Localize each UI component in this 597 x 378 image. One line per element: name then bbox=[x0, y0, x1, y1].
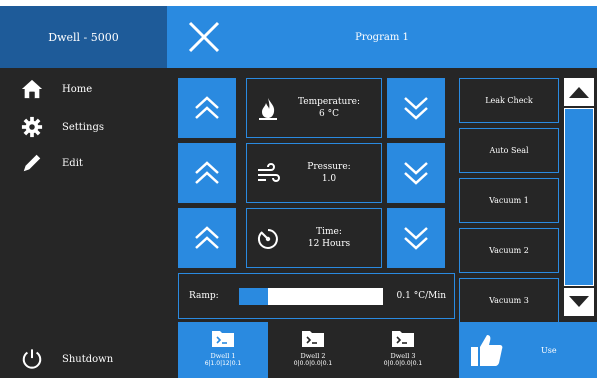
pressure-increase-button[interactable] bbox=[178, 143, 236, 203]
pencil-icon bbox=[20, 151, 44, 175]
list-item-vacuum-2[interactable]: Vacuum 2 bbox=[459, 228, 559, 273]
chevron-double-down-icon bbox=[404, 227, 428, 250]
chevron-double-down-icon bbox=[404, 97, 428, 120]
time-display: Time: 12 Hours bbox=[246, 208, 382, 268]
list-item-vacuum-3[interactable]: Vacuum 3 bbox=[459, 278, 559, 323]
time-decrease-button[interactable] bbox=[387, 208, 445, 268]
gear-icon bbox=[20, 115, 44, 139]
triangle-up-icon bbox=[569, 87, 589, 98]
scrollbar-track[interactable] bbox=[564, 108, 594, 286]
list-item-label: Vacuum 3 bbox=[489, 296, 529, 305]
chevron-double-up-icon bbox=[195, 96, 219, 119]
sidebar-item-home[interactable]: Home bbox=[0, 74, 167, 104]
list-item-leak-check[interactable]: Leak Check bbox=[459, 78, 559, 123]
pressure-display: Pressure: 1.0 bbox=[246, 143, 382, 203]
shutdown-label: Shutdown bbox=[62, 353, 114, 365]
list-item-label: Vacuum 2 bbox=[489, 246, 529, 255]
list-item-label: Leak Check bbox=[485, 96, 533, 105]
dwell-name: Dwell 1 bbox=[210, 352, 236, 360]
program-title-label: Program 1 bbox=[355, 31, 409, 43]
ramp-control: Ramp: 0.1 °C/Min bbox=[178, 273, 455, 319]
chevron-double-up-icon bbox=[195, 161, 219, 184]
ramp-label: Ramp: bbox=[189, 291, 219, 301]
ramp-slider-fill bbox=[239, 288, 268, 305]
use-label: Use bbox=[541, 345, 557, 355]
flame-icon bbox=[253, 94, 283, 124]
home-icon bbox=[20, 77, 44, 101]
tab-dwell-3[interactable]: Dwell 3 0|0.0|0.0|0.1 bbox=[358, 322, 448, 378]
temperature-value: 6 °C bbox=[319, 109, 339, 119]
temperature-decrease-button[interactable] bbox=[387, 78, 445, 138]
tab-dwell-1[interactable]: Dwell 1 6|1.0|12|0.1 bbox=[178, 322, 268, 378]
list-item-auto-seal[interactable]: Auto Seal bbox=[459, 128, 559, 173]
sidebar-item-edit[interactable]: Edit bbox=[0, 148, 167, 178]
close-icon bbox=[188, 21, 220, 53]
close-button[interactable] bbox=[187, 20, 221, 54]
pressure-value: 1.0 bbox=[321, 174, 337, 184]
terminal-folder-icon bbox=[212, 331, 234, 347]
main-panel: Temperature: 6 °C Pressure: 1.0 Time: 12… bbox=[167, 68, 597, 378]
terminal-folder-icon bbox=[302, 331, 324, 347]
wind-icon bbox=[253, 159, 283, 189]
dwell-name: Dwell 3 bbox=[390, 352, 416, 360]
time-value: 12 Hours bbox=[307, 239, 351, 249]
list-item-label: Auto Seal bbox=[489, 146, 529, 155]
device-title-label: Dwell - 5000 bbox=[48, 30, 119, 44]
list-item-label: Vacuum 1 bbox=[489, 196, 529, 205]
timer-icon bbox=[253, 224, 283, 254]
triangle-down-icon bbox=[569, 296, 589, 307]
program-title: Program 1 bbox=[167, 6, 597, 68]
dwell-values: 0|0.0|0.0|0.1 bbox=[293, 360, 333, 367]
terminal-folder-icon bbox=[392, 331, 414, 347]
temperature-label: Temperature: bbox=[298, 97, 360, 107]
sidebar-item-label: Settings bbox=[62, 121, 104, 133]
sidebar-item-label: Home bbox=[62, 83, 93, 95]
pressure-label: Pressure: bbox=[307, 162, 351, 172]
temperature-increase-button[interactable] bbox=[178, 78, 236, 138]
thumbs-up-icon bbox=[471, 335, 503, 366]
scroll-down-button[interactable] bbox=[564, 288, 594, 316]
device-title: Dwell - 5000 bbox=[0, 6, 167, 68]
chevron-double-down-icon bbox=[404, 162, 428, 185]
top-bar: Program 1 bbox=[167, 6, 597, 68]
tab-dwell-2[interactable]: Dwell 2 0|0.0|0.0|0.1 bbox=[268, 322, 358, 378]
dwell-name: Dwell 2 bbox=[300, 352, 326, 360]
time-increase-button[interactable] bbox=[178, 208, 236, 268]
pressure-decrease-button[interactable] bbox=[387, 143, 445, 203]
chevron-double-up-icon bbox=[195, 226, 219, 249]
time-label: Time: bbox=[316, 227, 342, 237]
use-button[interactable]: Use bbox=[459, 322, 597, 378]
dwell-values: 6|1.0|12|0.1 bbox=[204, 360, 242, 367]
shutdown-button[interactable]: Shutdown bbox=[0, 344, 167, 374]
ramp-value: 0.1 °C/Min bbox=[396, 291, 446, 301]
power-icon bbox=[20, 347, 44, 371]
scroll-up-button[interactable] bbox=[564, 78, 594, 106]
sidebar: Dwell - 5000 Home Settings Edit Shutdown bbox=[0, 6, 167, 378]
sidebar-item-label: Edit bbox=[62, 157, 83, 169]
list-item-vacuum-1[interactable]: Vacuum 1 bbox=[459, 178, 559, 223]
sidebar-item-settings[interactable]: Settings bbox=[0, 112, 167, 142]
temperature-display: Temperature: 6 °C bbox=[246, 78, 382, 138]
ramp-slider[interactable] bbox=[239, 288, 383, 305]
dwell-values: 0|0.0|0.0|0.1 bbox=[383, 360, 423, 367]
